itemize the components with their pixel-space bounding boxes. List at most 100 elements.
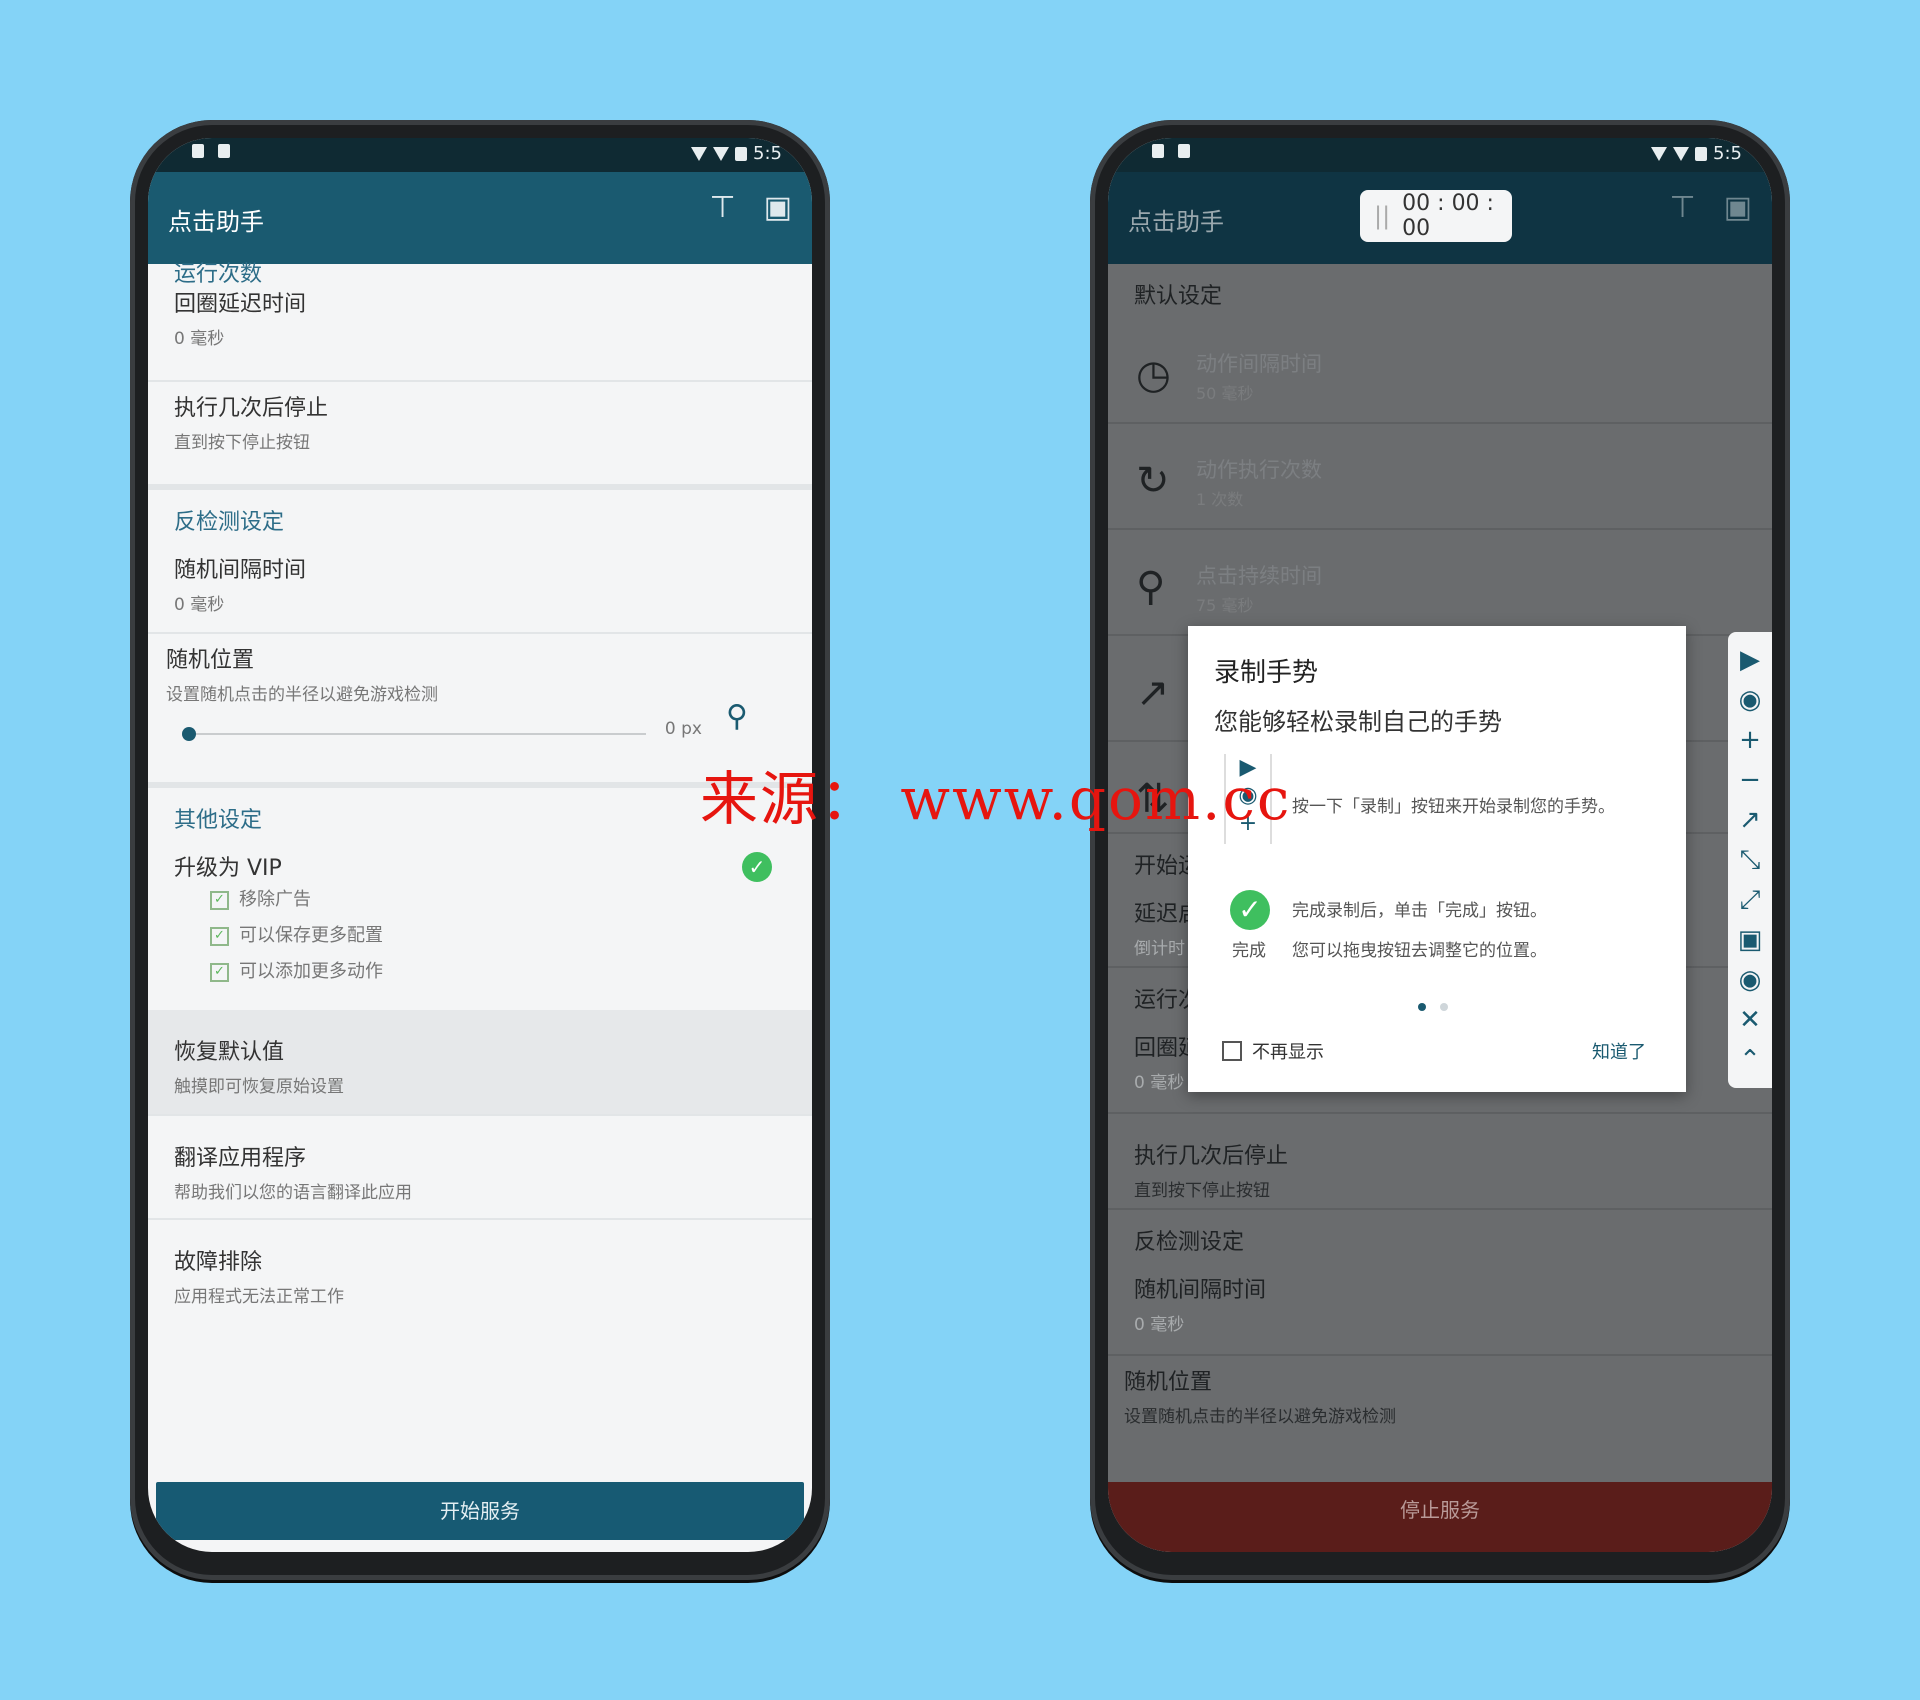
checkbox[interactable]: [1222, 1041, 1242, 1061]
done-label: 完成: [1232, 941, 1266, 961]
target-icon[interactable]: ◉: [1739, 680, 1762, 720]
setting-title: 随机间隔时间: [1134, 1278, 1267, 1303]
recording-timer[interactable]: || 00 : 00 : 00: [1360, 190, 1512, 242]
stop-service-button[interactable]: 停止服务: [1108, 1482, 1772, 1552]
section-default: 默认设定: [1134, 284, 1223, 309]
notification-icon: [1152, 144, 1164, 158]
paint-roller-icon[interactable]: ⊤: [1670, 190, 1696, 225]
setting-title: 动作间隔时间: [1196, 352, 1322, 376]
close-icon[interactable]: ✕: [1739, 1000, 1761, 1040]
setting-stop-after[interactable]: 执行几次后停止 直到按下停止按钮: [148, 382, 812, 490]
setting-desc: 应用程式无法正常工作: [174, 1287, 344, 1307]
setting-vip[interactable]: 升级为 VIP ✓ ✓ 移除广告 ✓ 可以保存更多配置 ✓ 可以添加更多动作: [148, 842, 812, 1010]
start-service-button[interactable]: 开始服务: [156, 1482, 804, 1540]
vip-feature: ✓ 可以保存更多配置: [174, 918, 786, 954]
paint-roller-icon[interactable]: ⊤: [710, 190, 736, 225]
phone-left: 5:5 点击助手 ⊤ ▣ 运行次数 回圈延迟时间 0 毫秒 执行几次后停止 直到…: [130, 120, 830, 1580]
setting-restore-default[interactable]: 恢复默认值 触摸即可恢复原始设置: [148, 1010, 812, 1116]
setting-title: 恢复默认值: [174, 1040, 285, 1065]
eye-icon[interactable]: ◉: [1739, 960, 1762, 1000]
setting-action-interval[interactable]: ◷ 动作间隔时间 50 毫秒: [1108, 318, 1772, 424]
setting-desc: 触摸即可恢复原始设置: [174, 1077, 344, 1097]
expand-icon[interactable]: ⤢: [1740, 880, 1761, 920]
setting-title: 升级为 VIP: [174, 856, 282, 881]
setting-title: 点击持续时间: [1196, 564, 1322, 588]
setting-title: 回圈延迟时间: [174, 292, 307, 317]
play-icon[interactable]: ▶: [1740, 640, 1760, 680]
record-gesture-dialog: 录制手势 您能够轻松录制自己的手势 ▶ ◉ + 按一下「录制」按钮来开始录制您的…: [1188, 626, 1686, 1092]
dont-show-again[interactable]: 不再显示: [1222, 1038, 1324, 1064]
save-icon[interactable]: ▣: [1738, 920, 1763, 960]
setting-click-duration[interactable]: ⚲ 点击持续时间 75 毫秒: [1108, 530, 1772, 636]
slider-value: 0 px: [664, 719, 702, 739]
setting-value: 直到按下停止按钮: [1134, 1181, 1270, 1201]
dialog-subtitle: 您能够轻松录制自己的手势: [1214, 708, 1502, 736]
phone-right: 5:5 点击助手 ⊤ ▣ 默认设定 ◷ 动作间隔时间 50 毫秒 ↻ 动作执行次…: [1090, 120, 1790, 1580]
status-time: 5:5: [1713, 143, 1742, 164]
save-icon[interactable]: ▣: [1724, 190, 1752, 225]
chevron-up-icon[interactable]: ⌃: [1739, 1040, 1761, 1080]
timer-icon: ◷: [1136, 352, 1171, 398]
vip-feature: ✓ 移除广告: [174, 882, 786, 918]
wifi-icon: [691, 146, 708, 161]
save-icon[interactable]: ▣: [764, 190, 792, 225]
status-bar: 5:5: [1108, 138, 1772, 172]
setting-value: 直到按下停止按钮: [174, 433, 310, 453]
setting-translate[interactable]: 翻译应用程序 帮助我们以您的语言翻译此应用: [148, 1116, 812, 1220]
plus-icon[interactable]: +: [1739, 720, 1761, 760]
signal-icon: [713, 146, 730, 161]
setting-value: 0 毫秒: [174, 595, 225, 615]
watermark: 来源： www.qom.cc: [700, 765, 1292, 833]
location-pin-icon: ⚲: [726, 699, 748, 734]
battery-icon: [735, 146, 748, 161]
app-notification-icon: [1178, 144, 1190, 158]
setting-value: 0 毫秒: [1134, 1315, 1185, 1335]
setting-value: 1 次数: [1196, 490, 1244, 509]
left-screen: 5:5 点击助手 ⊤ ▣ 运行次数 回圈延迟时间 0 毫秒 执行几次后停止 直到…: [148, 138, 812, 1552]
check-circle-icon: ✓: [1230, 890, 1270, 930]
setting-title: 随机位置: [166, 648, 255, 673]
app-title: 点击助手: [1128, 208, 1224, 236]
app-notification-icon: [218, 144, 230, 158]
right-screen: 5:5 点击助手 ⊤ ▣ 默认设定 ◷ 动作间隔时间 50 毫秒 ↻ 动作执行次…: [1108, 138, 1772, 1552]
status-bar: 5:5: [148, 138, 812, 172]
floating-toolbar: ▶ ◉ + − ↗ ⤡ ⤢ ▣ ◉ ✕ ⌃: [1728, 632, 1772, 1088]
section-run-count: 运行次数: [174, 262, 263, 287]
setting-title: 随机位置: [1124, 1370, 1213, 1395]
setting-random-interval[interactable]: 随机间隔时间 0 毫秒: [1108, 1264, 1772, 1356]
setting-action-count[interactable]: ↻ 动作执行次数 1 次数: [1108, 424, 1772, 530]
section-anti-detect: 反检测设定: [174, 510, 285, 535]
setting-desc: 设置随机点击的半径以避免游戏检测: [166, 685, 438, 705]
repeat-icon: ↻: [1136, 458, 1170, 504]
location-pin-icon: ⚲: [1136, 564, 1166, 610]
setting-random-position[interactable]: 随机位置 设置随机点击的半径以避免游戏检测: [1108, 1356, 1772, 1446]
slider-knob[interactable]: [182, 727, 196, 741]
pause-icon[interactable]: ||: [1374, 202, 1390, 230]
check-icon: ✓: [210, 890, 229, 910]
setting-desc: 帮助我们以您的语言翻译此应用: [174, 1183, 412, 1203]
setting-stop-after[interactable]: 执行几次后停止 直到按下停止按钮: [1108, 1114, 1772, 1210]
battery-icon: [1695, 146, 1708, 161]
setting-title: 执行几次后停止: [174, 396, 329, 421]
check-icon: ✓: [210, 926, 229, 946]
setting-title: 动作执行次数: [1196, 458, 1322, 482]
setting-random-interval[interactable]: 随机间隔时间 0 毫秒: [148, 544, 812, 634]
setting-loop-delay[interactable]: 回圈延迟时间 0 毫秒: [148, 278, 812, 382]
setting-title: 故障排除: [174, 1250, 263, 1275]
signal-icon: [1673, 146, 1690, 161]
collapse-icon[interactable]: ⤡: [1740, 840, 1761, 880]
minus-icon[interactable]: −: [1739, 760, 1761, 800]
page-dot: [1440, 1003, 1448, 1011]
setting-troubleshoot[interactable]: 故障排除 应用程式无法正常工作: [148, 1220, 812, 1324]
dont-show-again-label: 不再显示: [1252, 1042, 1324, 1063]
setting-desc: 设置随机点击的半径以避免游戏检测: [1124, 1407, 1396, 1427]
check-icon: ✓: [210, 962, 229, 982]
setting-value: 0 毫秒: [174, 329, 225, 349]
step-drag: 您可以拖曳按钮去调整它的位置。: [1292, 941, 1547, 961]
radius-slider[interactable]: 0 px ⚲: [166, 699, 786, 765]
got-it-button[interactable]: 知道了: [1592, 1038, 1646, 1064]
settings-list: 运行次数 回圈延迟时间 0 毫秒 执行几次后停止 直到按下停止按钮 反检测设定 …: [148, 262, 812, 1552]
page-indicator: [1418, 996, 1462, 1015]
swipe-icon[interactable]: ↗: [1739, 800, 1761, 840]
setting-value: 50 毫秒: [1196, 384, 1254, 403]
